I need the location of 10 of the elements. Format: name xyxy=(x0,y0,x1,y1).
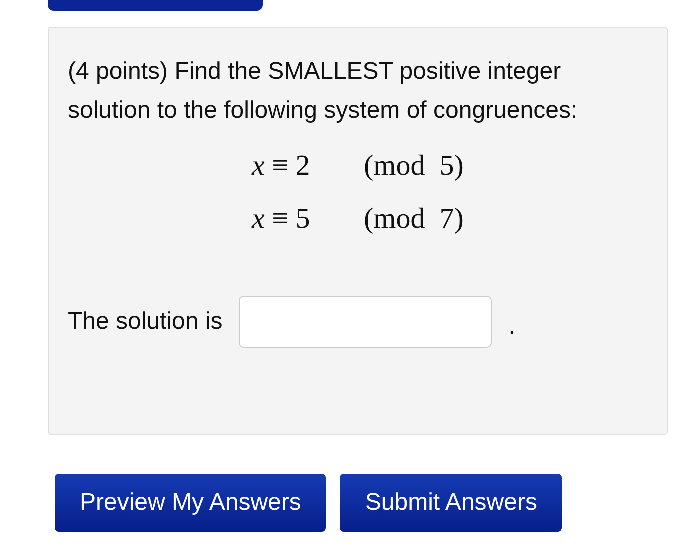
answer-label: The solution is xyxy=(68,308,223,336)
question-text: (4 points) Find the SMALLEST positive integer solution to the following system of congruences: xyxy=(68,57,579,126)
modulus: (mod 5) xyxy=(364,150,464,183)
answer-field[interactable] xyxy=(238,296,492,348)
period: . xyxy=(508,313,516,341)
submit-button[interactable]: Submit Answers xyxy=(340,474,562,532)
congruence: x ≡ 2 xyxy=(252,150,312,183)
preview-button[interactable]: Preview My Answers xyxy=(55,474,326,532)
congruence: x ≡ 5 xyxy=(252,203,312,236)
modulus: (mod 7) xyxy=(364,203,464,236)
